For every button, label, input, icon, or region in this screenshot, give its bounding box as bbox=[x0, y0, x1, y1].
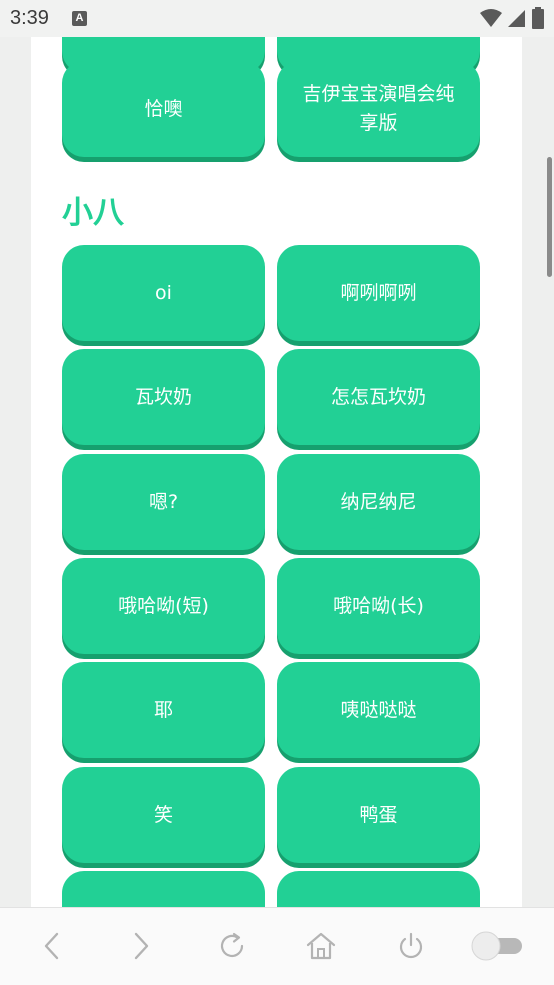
power-button[interactable] bbox=[391, 926, 431, 966]
forward-icon bbox=[134, 932, 149, 960]
sound-button[interactable]: 瓦坎奶 bbox=[62, 349, 265, 445]
toggle-switch-icon bbox=[471, 931, 522, 961]
battery-icon bbox=[532, 7, 544, 29]
sound-button[interactable]: 哦哈呦(短) bbox=[62, 558, 265, 654]
cellular-signal-icon bbox=[508, 10, 525, 27]
sound-button[interactable]: 哦哈呦(长) bbox=[277, 558, 480, 654]
sound-button[interactable]: 纳尼纳尼 bbox=[277, 454, 480, 550]
power-icon bbox=[399, 932, 423, 959]
refresh-icon bbox=[220, 932, 244, 958]
home-icon bbox=[306, 932, 336, 960]
notification-icon: A bbox=[72, 11, 87, 26]
clock: 3:39 bbox=[10, 7, 49, 29]
section-title: 小八 bbox=[62, 195, 124, 231]
system-icons bbox=[480, 7, 544, 29]
bottom-navigation-bar bbox=[0, 907, 554, 985]
sound-button[interactable]: 恰噢 bbox=[62, 61, 265, 157]
sound-button[interactable]: 笑 bbox=[62, 767, 265, 863]
sound-button[interactable]: oi bbox=[62, 245, 265, 341]
sound-button[interactable]: 耶 bbox=[62, 662, 265, 758]
back-button[interactable] bbox=[32, 926, 72, 966]
sound-button[interactable]: 啊咧啊咧 bbox=[277, 245, 480, 341]
sound-button[interactable]: 吉伊宝宝演唱会纯享版 bbox=[277, 61, 480, 157]
sound-button[interactable]: 怎怎瓦坎奶 bbox=[277, 349, 480, 445]
sound-button[interactable]: 鸭蛋 bbox=[277, 767, 480, 863]
content-card: 恰噢 吉伊宝宝演唱会纯享版 小八 oi 啊咧啊咧 瓦坎奶 怎怎瓦坎奶 嗯? 纳尼… bbox=[31, 37, 522, 907]
sound-button[interactable]: 嗯? bbox=[62, 454, 265, 550]
page-scrollbar[interactable] bbox=[547, 157, 552, 277]
status-bar: 3:39 A bbox=[0, 0, 554, 37]
toggle-switch[interactable] bbox=[470, 926, 526, 966]
refresh-button[interactable] bbox=[212, 926, 252, 966]
sound-button[interactable] bbox=[277, 871, 480, 907]
home-button[interactable] bbox=[301, 926, 341, 966]
sound-button[interactable] bbox=[62, 871, 265, 907]
sound-button[interactable]: 咦哒哒哒 bbox=[277, 662, 480, 758]
forward-button[interactable] bbox=[121, 926, 161, 966]
back-icon bbox=[44, 932, 59, 960]
wifi-icon bbox=[480, 9, 502, 27]
